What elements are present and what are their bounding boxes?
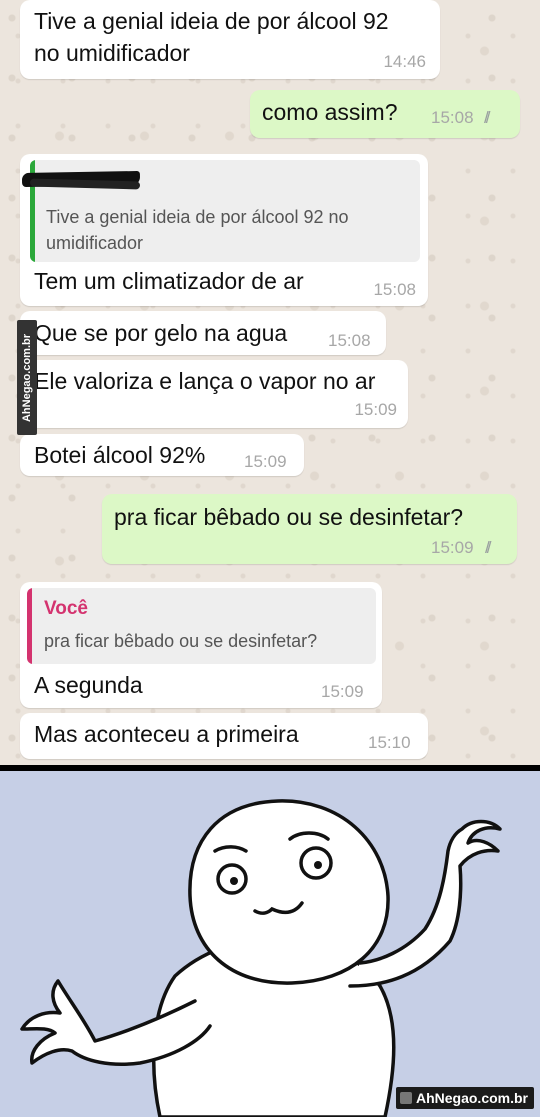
message-bubble-incoming: Mas aconteceu a primeira 15:10 — [20, 713, 428, 759]
message-time: 15:09 — [354, 400, 397, 419]
message-time: 15:08 — [373, 280, 416, 299]
message-text: Ele valoriza e lança o vapor no ar — [34, 368, 376, 394]
quoted-message: Você pra ficar bêbado ou se desinfetar? — [27, 588, 376, 664]
message-time: 15:08 — [431, 108, 474, 127]
message-bubble-outgoing: como assim? 15:08 // — [250, 90, 520, 138]
message-bubble-incoming: Tive a genial ideia de por álcool 92 no … — [20, 0, 440, 79]
message-text: pra ficar bêbado ou se desinfetar? — [114, 504, 464, 530]
message-text: como assim? — [262, 99, 398, 125]
message-text: Mas aconteceu a primeira — [34, 721, 299, 747]
watermark-badge: AhNegao.com.br — [395, 1087, 534, 1109]
message-time: 15:08 — [328, 331, 371, 350]
message-bubble-outgoing: pra ficar bêbado ou se desinfetar? 15:09… — [102, 494, 517, 564]
shrug-meme-illustration — [20, 799, 502, 1117]
message-text: Que se por gelo na agua — [34, 320, 288, 346]
message-time: 15:09 — [244, 452, 287, 471]
message-bubble-incoming: Você pra ficar bêbado ou se desinfetar? … — [20, 582, 382, 708]
message-text: no umidificador — [34, 40, 190, 66]
message-bubble-incoming: Botei álcool 92% 15:09 — [20, 434, 304, 476]
message-bubble-incoming: Que se por gelo na agua 15:08 — [20, 311, 386, 355]
quote-author: Você — [44, 598, 89, 619]
quoted-text: umidificador — [46, 233, 144, 253]
message-text: Tem um climatizador de ar — [34, 268, 304, 294]
message-bubble-incoming: Ele valoriza e lança o vapor no ar 15:09 — [20, 360, 408, 428]
read-receipt-icon: // — [484, 108, 491, 127]
message-text: A segunda — [34, 672, 143, 698]
read-receipt-icon: // — [485, 538, 492, 557]
chat-screenshot: Tive a genial ideia de por álcool 92 no … — [0, 0, 540, 765]
meme-panel: AhNegao.com.br — [0, 771, 540, 1117]
message-time: 14:46 — [383, 52, 426, 71]
message-text: Tive a genial ideia de por álcool 92 — [34, 8, 389, 34]
watermark-vertical: AhNegao.com.br — [17, 320, 37, 435]
quoted-text: Tive a genial ideia de por álcool 92 no — [46, 207, 349, 227]
quoted-text: pra ficar bêbado ou se desinfetar? — [44, 631, 318, 651]
message-time: 15:10 — [368, 733, 411, 752]
quote-accent-bar — [27, 588, 32, 664]
message-time: 15:09 — [321, 682, 364, 701]
message-text: Botei álcool 92% — [34, 442, 206, 468]
site-logo-icon — [399, 1092, 412, 1104]
message-time: 15:09 — [431, 538, 474, 557]
